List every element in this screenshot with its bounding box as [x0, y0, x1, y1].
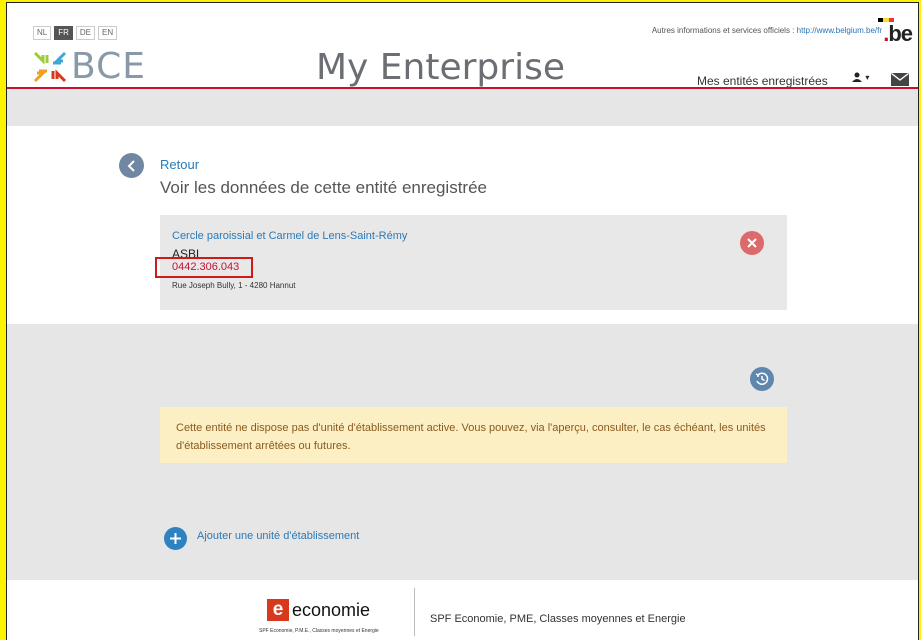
browser-page: NL FR DE EN BCE My Enterprise Autres inf…	[6, 2, 919, 640]
footer-divider	[414, 588, 415, 636]
bce-arrows-icon	[33, 51, 67, 83]
official-info: Autres informations et services officiel…	[652, 26, 882, 35]
app-title: My Enterprise	[316, 47, 565, 88]
official-link[interactable]: http://www.belgium.be/fr	[797, 26, 882, 35]
entity-address: Rue Joseph Bully, 1 - 4280 Hannut	[172, 281, 296, 290]
be-logo[interactable]: .be	[883, 21, 913, 47]
logo-text: BCE	[71, 46, 146, 87]
remove-entity-button[interactable]	[740, 231, 764, 255]
info-alert: Cette entité ne dispose pas d'unité d'ét…	[160, 407, 787, 463]
economie-logo-text: economie	[292, 599, 371, 620]
back-button[interactable]	[119, 153, 144, 178]
bce-logo[interactable]: BCE	[33, 49, 146, 85]
language-switcher: NL FR DE EN	[33, 26, 118, 40]
lang-de[interactable]: DE	[75, 26, 96, 40]
entity-card: Cercle paroissial et Carmel de Lens-Sain…	[160, 215, 787, 310]
be-logo-text: be	[888, 21, 913, 46]
economie-logo[interactable]: e economie	[267, 599, 370, 621]
site-header: NL FR DE EN BCE My Enterprise Autres inf…	[7, 3, 918, 88]
user-icon	[852, 72, 862, 82]
site-footer	[7, 580, 918, 640]
add-unit-button[interactable]	[164, 527, 187, 550]
number-highlight-box	[155, 257, 253, 278]
plus-icon	[170, 533, 181, 544]
lang-fr[interactable]: FR	[54, 26, 73, 40]
lang-en[interactable]: EN	[98, 26, 118, 40]
back-link[interactable]: Retour	[160, 157, 199, 172]
user-menu[interactable]: ▾	[852, 69, 869, 83]
mail-icon	[891, 72, 909, 86]
page-title: Voir les données de cette entité enregis…	[160, 178, 487, 197]
entity-name-link[interactable]: Cercle paroissial et Carmel de Lens-Sain…	[172, 230, 407, 242]
history-button[interactable]	[750, 367, 774, 391]
economie-e-icon: e	[267, 599, 289, 621]
economie-logo-subtitle: SPF Economie, P.M.E., Classes moyennes e…	[259, 628, 379, 634]
close-icon	[747, 238, 757, 248]
official-text: Autres informations et services officiel…	[651, 26, 795, 35]
history-icon	[755, 372, 769, 385]
lang-nl[interactable]: NL	[33, 26, 52, 40]
chevron-down-icon: ▾	[865, 73, 870, 82]
chevron-left-icon	[127, 159, 135, 172]
footer-org-name: SPF Economie, PME, Classes moyennes et E…	[430, 613, 686, 625]
header-divider	[7, 87, 918, 89]
nav-registered-entities[interactable]: Mes entités enregistrées	[697, 74, 828, 88]
add-unit-link[interactable]: Ajouter une unité d'établissement	[197, 530, 359, 542]
